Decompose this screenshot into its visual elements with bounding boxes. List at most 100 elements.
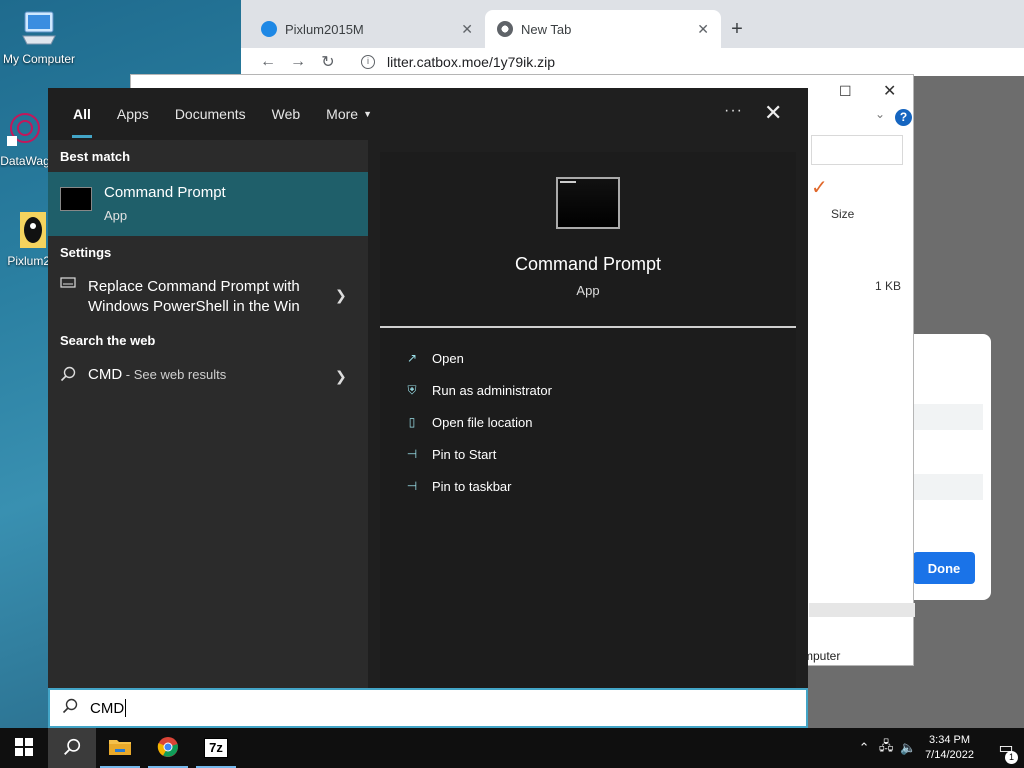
7zip-label: 7z [209, 740, 223, 755]
forward-icon[interactable]: → [283, 53, 313, 71]
file-explorer-icon [108, 737, 132, 760]
file-location-icon: ▯ [408, 415, 416, 429]
action-open[interactable]: ↗ Open [402, 347, 464, 369]
search-input[interactable]: CMD [48, 688, 808, 728]
search-icon [63, 738, 81, 759]
shield-icon: ⛨ [407, 382, 417, 397]
tab-web[interactable]: Web [259, 88, 314, 140]
maximize-icon[interactable]: ☐ [839, 83, 852, 100]
url-text: litter.catbox.moe/1y79ik.zip [387, 54, 556, 70]
settings-item-label: Replace Command Prompt with Windows Powe… [88, 278, 300, 315]
search-tabs: All Apps Documents Web More ▼ [48, 88, 808, 140]
preview-title: Command Prompt [514, 254, 662, 274]
chevron-up-icon[interactable]: ⌃ [853, 740, 875, 756]
search-icon [50, 698, 90, 719]
horizontal-scrollbar[interactable] [809, 603, 915, 617]
tab-pixlum[interactable]: Pixlum2015M ✕ [249, 10, 485, 48]
status-text: mputer [803, 649, 841, 663]
text-caret [125, 699, 127, 717]
search-query: CMD [90, 699, 125, 717]
more-options-icon[interactable]: ··· [724, 102, 743, 120]
tab-new-tab[interactable]: New Tab ✕ [485, 10, 721, 48]
action-run-as-admin[interactable]: ⛨ Run as administrator [402, 379, 551, 401]
settings-item[interactable]: Replace Command Prompt with Windows Powe… [48, 277, 368, 321]
file-size: 1 KB [875, 279, 902, 293]
computer-icon [19, 8, 59, 48]
best-match-title: Command Prompt [104, 184, 226, 201]
plus-icon[interactable]: + [721, 10, 753, 48]
chevron-right-icon[interactable]: ❯ [335, 287, 347, 304]
preview-subtitle: App [576, 283, 600, 298]
checkmark-icon[interactable]: ✓ [811, 175, 828, 200]
web-search-item[interactable]: CMD - See web results ❯ [48, 366, 368, 390]
preview-pane: Command Prompt App ↗ Open ⛨ Run as admin… [380, 152, 796, 688]
taskbar-file-explorer[interactable] [96, 728, 144, 768]
reload-icon[interactable]: ↻ [313, 52, 343, 72]
best-match-item[interactable]: Command Prompt App [48, 172, 368, 236]
dialog-field [911, 474, 983, 500]
close-icon[interactable]: ✕ [697, 21, 709, 38]
chrome-icon [157, 736, 179, 761]
tab-label: Documents [174, 106, 246, 122]
best-match-header: Best match [60, 149, 131, 164]
action-label: Pin to Start [432, 446, 497, 462]
web-query: CMD [88, 366, 123, 383]
dialog-field [911, 404, 983, 430]
close-icon[interactable]: ✕ [764, 100, 782, 126]
chevron-right-icon[interactable]: ❯ [335, 368, 347, 385]
7zip-icon: 7z [204, 738, 228, 758]
search-icon [60, 366, 76, 385]
clock-time: 3:34 PM [929, 734, 971, 746]
desktop-label: My Computer [2, 52, 76, 66]
chrome-icon [497, 21, 513, 37]
command-prompt-icon [556, 177, 620, 229]
action-pin-to-start[interactable]: ⊣ Pin to Start [402, 443, 497, 465]
notification-badge: 1 [1005, 751, 1018, 764]
tab-apps[interactable]: Apps [104, 88, 162, 140]
action-open-file-location[interactable]: ▯ Open file location [402, 411, 533, 433]
network-icon[interactable]: 🖧 [875, 737, 897, 759]
command-prompt-icon [60, 187, 92, 211]
tab-documents[interactable]: Documents [162, 88, 259, 140]
tab-more[interactable]: More ▼ [313, 88, 385, 140]
best-match-subtitle: App [104, 208, 128, 223]
action-pin-to-taskbar[interactable]: ⊣ Pin to taskbar [402, 475, 512, 497]
browser-toolbar: ← → ↻ i litter.catbox.moe/1y79ik.zip [241, 48, 1024, 76]
help-icon[interactable]: ? [895, 109, 912, 126]
datawag-icon [5, 110, 45, 150]
size-column-header[interactable]: Size [831, 207, 854, 221]
taskbar: 7z ⌃ 🖧 🔈 3:34 PM 7/14/2022 ▭ 1 [0, 728, 1024, 768]
settings-header: Settings [60, 245, 112, 260]
desktop-icon-my-computer[interactable]: My Computer [0, 8, 84, 66]
close-icon[interactable]: ✕ [883, 81, 896, 101]
action-label: Pin to taskbar [432, 478, 512, 494]
tab-all[interactable]: All [60, 88, 104, 140]
action-label: Open file location [432, 414, 533, 430]
tab-label: Apps [116, 106, 149, 122]
tab-label: New Tab [521, 21, 572, 37]
web-suffix: - See web results [122, 367, 227, 382]
tab-label: Web [271, 106, 301, 122]
clock[interactable]: 3:34 PM 7/14/2022 [925, 733, 974, 763]
address-bar[interactable]: i litter.catbox.moe/1y79ik.zip [361, 54, 555, 70]
search-web-header: Search the web [60, 333, 156, 348]
volume-icon[interactable]: 🔈 [897, 740, 919, 756]
chevron-down-icon[interactable]: ⌄ [875, 107, 885, 121]
start-icon [15, 737, 33, 759]
tab-strip: Pixlum2015M ✕ New Tab ✕ + [241, 0, 1024, 48]
system-tray: ⌃ 🖧 🔈 3:34 PM 7/14/2022 ▭ 1 [853, 728, 1024, 768]
search-panel: All Apps Documents Web More ▼ ··· ✕ Best … [48, 88, 808, 728]
search-button[interactable] [48, 728, 96, 768]
taskbar-chrome[interactable] [144, 728, 192, 768]
back-icon[interactable]: ← [253, 53, 283, 71]
explorer-search-field[interactable] [811, 135, 903, 165]
pixlum-icon [12, 210, 52, 250]
start-button[interactable] [0, 728, 48, 768]
done-button[interactable]: Done [913, 552, 975, 584]
notification-button[interactable]: ▭ 1 [988, 738, 1024, 764]
info-icon[interactable]: i [361, 55, 375, 69]
pin-icon: ⊣ [406, 447, 418, 461]
taskbar-7zip[interactable]: 7z [192, 728, 240, 768]
close-icon[interactable]: ✕ [461, 21, 473, 38]
open-icon: ↗ [406, 351, 418, 365]
